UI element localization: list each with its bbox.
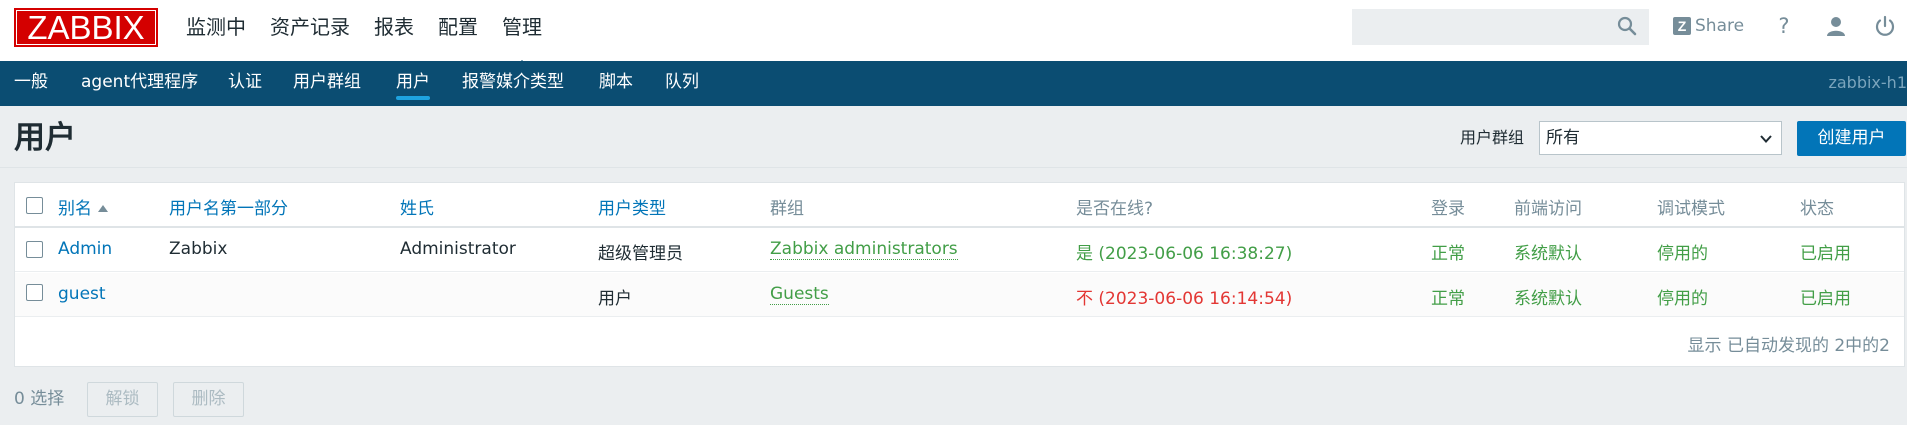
share-icon: Z bbox=[1673, 17, 1691, 35]
user-group-select[interactable]: 所有 bbox=[1539, 121, 1782, 155]
sub-navigation: 一般 agent代理程序 认证 用户群组 用户 报警媒介类型 脚本 队列 bbox=[0, 61, 1907, 106]
sort-ascending-icon bbox=[98, 205, 108, 212]
user-alias-link[interactable]: Admin bbox=[58, 239, 112, 259]
user-login-status: 正常 bbox=[1431, 244, 1465, 264]
row-checkbox[interactable] bbox=[26, 284, 43, 301]
user-type: 超级管理员 bbox=[598, 244, 683, 264]
table-header-row: 别名 用户名第一部分 姓氏 用户类型 群组 是否在线? 登录 前端访问 调试模式… bbox=[15, 183, 1904, 228]
selected-count: 0 选择 bbox=[14, 389, 65, 409]
page-title: 用户 bbox=[14, 120, 76, 156]
user-login-status: 正常 bbox=[1431, 289, 1465, 309]
subnav-media-types[interactable]: 报警媒介类型 bbox=[462, 61, 564, 104]
user-frontend-access: 系统默认 bbox=[1514, 244, 1582, 264]
user-first-name: Zabbix bbox=[169, 239, 228, 259]
user-online-status: 不 (2023-06-06 16:14:54) bbox=[1076, 289, 1293, 309]
user-profile-icon[interactable] bbox=[1825, 15, 1847, 37]
user-surname: Administrator bbox=[400, 239, 516, 259]
menu-inventory[interactable]: 资产记录 bbox=[270, 0, 350, 61]
column-status: 状态 bbox=[1800, 199, 1834, 219]
share-label: Share bbox=[1695, 16, 1745, 36]
user-group-filter-label: 用户群组 bbox=[1460, 128, 1525, 147]
user-alias-link[interactable]: guest bbox=[58, 284, 106, 304]
table-row: Admin Zabbix Administrator 超级管理员 Zabbix … bbox=[15, 228, 1904, 272]
menu-administration-label: 管理 bbox=[502, 15, 542, 39]
column-surname[interactable]: 姓氏 bbox=[400, 194, 434, 219]
sign-out-icon[interactable] bbox=[1874, 15, 1896, 37]
column-first-name[interactable]: 用户名第一部分 bbox=[169, 194, 288, 219]
user-group-select-value: 所有 bbox=[1546, 128, 1580, 148]
column-alias-label: 别名 bbox=[58, 199, 92, 219]
subnav-users[interactable]: 用户 bbox=[396, 61, 430, 104]
header-divider bbox=[0, 167, 1907, 168]
subnav-proxies[interactable]: agent代理程序 bbox=[81, 61, 198, 104]
chevron-down-icon bbox=[1760, 135, 1772, 143]
column-frontend-access: 前端访问 bbox=[1514, 199, 1582, 219]
search-input[interactable] bbox=[1352, 9, 1649, 45]
column-online: 是否在线? bbox=[1076, 199, 1154, 219]
user-group-link[interactable]: Zabbix administrators bbox=[770, 239, 958, 260]
user-type: 用户 bbox=[598, 289, 632, 309]
user-debug-mode[interactable]: 停用的 bbox=[1657, 239, 1708, 264]
zabbix-logo[interactable]: ZABBIX bbox=[14, 8, 158, 47]
unblock-button[interactable]: 解锁 bbox=[87, 382, 158, 417]
subnav-user-groups[interactable]: 用户群组 bbox=[293, 61, 361, 104]
svg-text:Z: Z bbox=[1678, 18, 1687, 34]
user-status[interactable]: 已启用 bbox=[1800, 284, 1851, 309]
column-user-type[interactable]: 用户类型 bbox=[598, 194, 666, 219]
subnav-queue[interactable]: 队列 bbox=[665, 61, 699, 104]
logo-text: ZABBIX bbox=[27, 9, 145, 46]
menu-configuration[interactable]: 配置 bbox=[438, 0, 478, 61]
menu-administration[interactable]: 管理 bbox=[502, 0, 542, 68]
users-table: 别名 用户名第一部分 姓氏 用户类型 群组 是否在线? 登录 前端访问 调试模式… bbox=[14, 182, 1905, 367]
search-icon[interactable] bbox=[1616, 15, 1638, 37]
select-all-checkbox[interactable] bbox=[26, 197, 43, 214]
create-user-button[interactable]: 创建用户 bbox=[1797, 121, 1906, 156]
delete-button[interactable]: 删除 bbox=[173, 382, 244, 417]
menu-monitoring[interactable]: 监测中 bbox=[186, 0, 246, 61]
user-status[interactable]: 已启用 bbox=[1800, 239, 1851, 264]
subnav-authentication[interactable]: 认证 bbox=[228, 61, 262, 104]
share-button[interactable]: Z Share bbox=[1673, 14, 1744, 38]
column-debug-mode: 调试模式 bbox=[1657, 199, 1725, 219]
user-group-link[interactable]: Guests bbox=[770, 284, 829, 305]
column-groups: 群组 bbox=[770, 199, 804, 219]
top-bar: ZABBIX 监测中 资产记录 报表 配置 管理 Z Share ? bbox=[0, 0, 1907, 68]
user-online-status: 是 (2023-06-06 16:38:27) bbox=[1076, 244, 1293, 264]
user-frontend-access: 系统默认 bbox=[1514, 289, 1582, 309]
main-menu: 监测中 资产记录 报表 配置 管理 bbox=[186, 0, 566, 68]
menu-reports[interactable]: 报表 bbox=[374, 0, 414, 61]
column-login: 登录 bbox=[1431, 199, 1465, 219]
subnav-general[interactable]: 一般 bbox=[14, 61, 48, 104]
user-debug-mode[interactable]: 停用的 bbox=[1657, 284, 1708, 309]
column-alias[interactable]: 别名 bbox=[58, 194, 108, 219]
table-row: guest 用户 Guests 不 (2023-06-06 16:14:54) … bbox=[15, 273, 1904, 317]
subnav-scripts[interactable]: 脚本 bbox=[599, 61, 633, 104]
server-name: zabbix-h1 bbox=[1828, 73, 1907, 92]
table-footer-count: 显示 已自动发现的 2中的2 bbox=[1687, 336, 1890, 356]
help-icon[interactable]: ? bbox=[1774, 14, 1794, 38]
row-checkbox[interactable] bbox=[26, 241, 43, 258]
